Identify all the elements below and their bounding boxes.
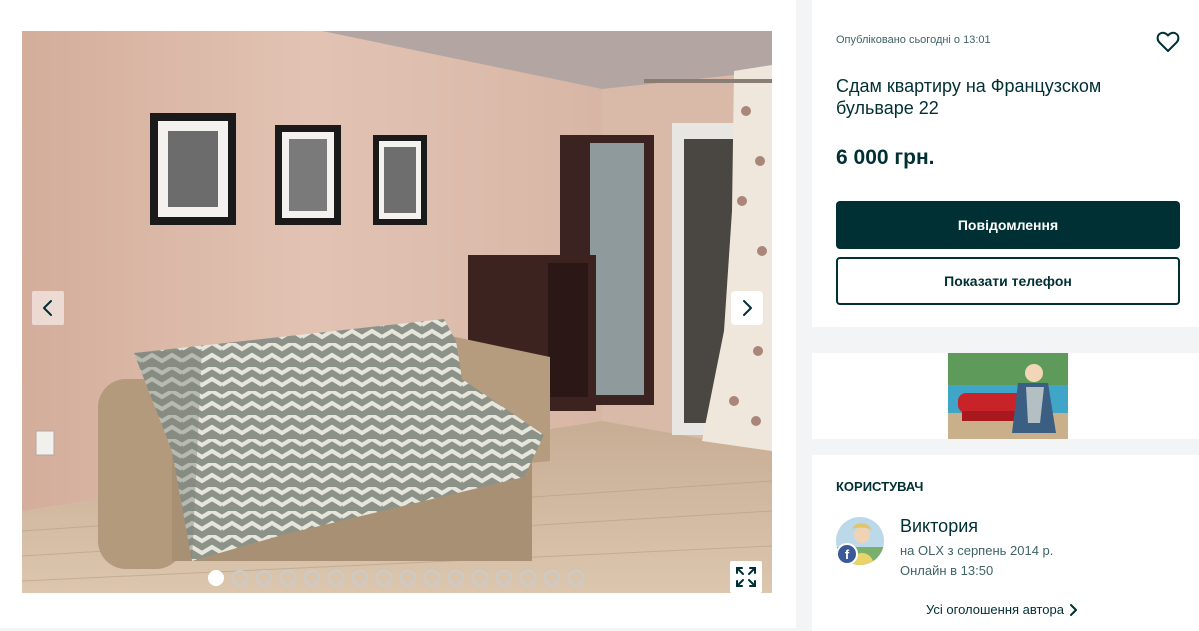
- user-name[interactable]: Виктория: [900, 516, 978, 537]
- all-ads-label: Усі оголошення автора: [926, 602, 1064, 617]
- next-photo-button[interactable]: [731, 291, 763, 325]
- user-member-since: на OLX з серпень 2014 р.: [900, 543, 1054, 558]
- banner-image[interactable]: [948, 353, 1068, 439]
- chevron-right-icon: [1070, 603, 1077, 616]
- photo-dot[interactable]: [544, 570, 560, 586]
- facebook-icon: f: [836, 543, 858, 565]
- message-button[interactable]: Повідомлення: [836, 201, 1180, 249]
- photo-dot[interactable]: [376, 570, 392, 586]
- all-ads-link[interactable]: Усі оголошення автора: [926, 602, 1078, 617]
- user-card: КОРИСТУВАЧ f Виктория на OLX з серпень 2…: [812, 455, 1199, 631]
- chevron-right-icon: [743, 300, 752, 316]
- photo-dot[interactable]: [280, 570, 296, 586]
- published-date: Опубліковано сьогодні о 13:01: [836, 34, 991, 46]
- photo-dot[interactable]: [472, 570, 488, 586]
- prev-photo-button[interactable]: [32, 291, 64, 325]
- ad-info-card: Опубліковано сьогодні о 13:01 Сдам кварт…: [812, 0, 1199, 327]
- photo-dot[interactable]: [568, 570, 584, 586]
- heart-outline-icon: [1156, 31, 1180, 52]
- banner-card: [812, 353, 1199, 439]
- photo-dot[interactable]: [520, 570, 536, 586]
- expand-icon: [736, 567, 756, 587]
- chevron-left-icon: [43, 300, 52, 316]
- photo-dot[interactable]: [424, 570, 440, 586]
- photo-dot[interactable]: [256, 570, 272, 586]
- photo-dot[interactable]: [328, 570, 344, 586]
- photo-dot[interactable]: [352, 570, 368, 586]
- ad-price: 6 000 грн.: [836, 146, 935, 169]
- show-phone-button[interactable]: Показати телефон: [836, 257, 1180, 305]
- photo-dot[interactable]: [208, 570, 224, 586]
- listing-photo[interactable]: [22, 31, 772, 593]
- ad-title: Сдам квартиру на Французском бульваре 22: [836, 76, 1102, 118]
- photo-dot[interactable]: [448, 570, 464, 586]
- photo-dot[interactable]: [232, 570, 248, 586]
- gallery-card: [0, 0, 796, 628]
- favorite-button[interactable]: [1155, 29, 1181, 55]
- photo-dot[interactable]: [496, 570, 512, 586]
- fullscreen-button[interactable]: [730, 561, 762, 593]
- photo-dot[interactable]: [400, 570, 416, 586]
- photo-pagination: [208, 570, 584, 586]
- user-last-online: Онлайн в 13:50: [900, 563, 994, 578]
- photo-dot[interactable]: [304, 570, 320, 586]
- user-section-heading: КОРИСТУВАЧ: [836, 479, 924, 494]
